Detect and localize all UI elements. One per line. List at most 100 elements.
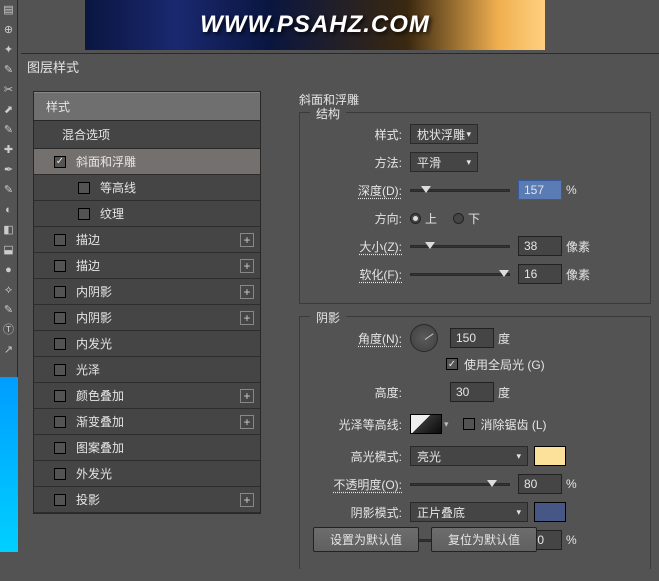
tool-icon[interactable]: ● (2, 263, 16, 277)
tool-icon[interactable]: ◧ (2, 223, 16, 237)
direction-up-radio[interactable] (410, 213, 421, 224)
row-label: 光泽 (76, 361, 100, 378)
add-icon[interactable]: + (240, 259, 254, 273)
tool-icon[interactable]: ✚ (2, 143, 16, 157)
settings-panel: 斜面和浮雕 结构 样式: 枕状浮雕▾ 方法: 平滑▾ 深度(D): (299, 91, 659, 581)
tool-icon[interactable]: ⊕ (2, 23, 16, 37)
inner-glow-row[interactable]: 内发光 (34, 331, 260, 357)
add-icon[interactable]: + (240, 233, 254, 247)
soften-slider[interactable] (410, 273, 510, 276)
checkbox-icon[interactable] (54, 312, 66, 324)
highlight-mode-label: 高光模式: (312, 448, 402, 465)
outer-glow-row[interactable]: 外发光 (34, 461, 260, 487)
tool-icon[interactable]: ✎ (2, 123, 16, 137)
unit-label: % (566, 183, 577, 197)
tool-icon[interactable]: ↗ (2, 343, 16, 357)
drop-shadow-row[interactable]: 投影 + (34, 487, 260, 513)
checkbox-icon[interactable] (54, 494, 66, 506)
checkbox-icon[interactable] (54, 234, 66, 246)
checkbox-icon[interactable] (78, 182, 90, 194)
angle-dial[interactable] (410, 324, 438, 352)
opacity-o-input[interactable]: 80 (518, 474, 562, 494)
depth-input[interactable]: 157 (518, 180, 562, 200)
altitude-label: 高度: (312, 384, 402, 401)
shadow-mode-select[interactable]: 正片叠底▾ (410, 502, 528, 522)
size-input[interactable]: 38 (518, 236, 562, 256)
opacity-o-label: 不透明度(O): (312, 476, 402, 493)
checkbox-icon[interactable] (54, 390, 66, 402)
texture-row[interactable]: 纹理 (34, 201, 260, 227)
method-select[interactable]: 平滑▾ (410, 152, 478, 172)
gradient-overlay-row[interactable]: 渐变叠加 + (34, 409, 260, 435)
section-title: 斜面和浮雕 (299, 91, 651, 108)
tool-icon[interactable]: ✒ (2, 163, 16, 177)
tool-icon[interactable]: ✦ (2, 43, 16, 57)
pattern-overlay-row[interactable]: 图案叠加 (34, 435, 260, 461)
altitude-input[interactable]: 30 (450, 382, 494, 402)
checkbox-icon[interactable] (54, 364, 66, 376)
tool-icon[interactable]: ✎ (2, 183, 16, 197)
stroke-row[interactable]: 描边 + (34, 253, 260, 279)
tool-icon[interactable]: ◐ (2, 203, 16, 217)
tool-icon[interactable]: ⬓ (2, 243, 16, 257)
color-overlay-row[interactable]: 颜色叠加 + (34, 383, 260, 409)
satin-row[interactable]: 光泽 (34, 357, 260, 383)
tool-icon[interactable]: ✂ (2, 83, 16, 97)
unit-label: 度 (498, 384, 510, 401)
method-label: 方法: (312, 154, 402, 171)
tool-icon[interactable]: ✎ (2, 63, 16, 77)
add-icon[interactable]: + (240, 389, 254, 403)
highlight-color-swatch[interactable] (534, 446, 566, 466)
style-select[interactable]: 枕状浮雕▾ (410, 124, 478, 144)
row-label: 内阴影 (76, 283, 112, 300)
inner-shadow-row[interactable]: 内阴影 + (34, 279, 260, 305)
reset-default-button[interactable]: 复位为默认值 (431, 527, 537, 552)
soften-input[interactable]: 16 (518, 264, 562, 284)
checkbox-icon[interactable]: ✓ (54, 156, 66, 168)
unit-label: 像素 (566, 238, 590, 255)
blue-edge (0, 377, 18, 552)
tool-icon[interactable]: ⬈ (2, 103, 16, 117)
set-default-button[interactable]: 设置为默认值 (313, 527, 419, 552)
tool-icon[interactable]: Ⓣ (2, 323, 16, 337)
add-icon[interactable]: + (240, 415, 254, 429)
group-label: 结构 (310, 105, 346, 122)
tool-icon[interactable]: ✎ (2, 303, 16, 317)
checkbox-icon[interactable] (78, 208, 90, 220)
size-label: 大小(Z): (312, 238, 402, 255)
depth-label: 深度(D): (312, 182, 402, 199)
structure-group: 结构 样式: 枕状浮雕▾ 方法: 平滑▾ 深度(D): 157 (299, 112, 651, 304)
blend-options[interactable]: 混合选项 (34, 121, 260, 149)
direction-down-radio[interactable] (453, 213, 464, 224)
shadow-color-swatch[interactable] (534, 502, 566, 522)
add-icon[interactable]: + (240, 311, 254, 325)
tool-icon[interactable]: ▤ (2, 3, 16, 17)
gloss-contour-swatch[interactable] (410, 414, 442, 434)
angle-input[interactable]: 150 (450, 328, 494, 348)
style-header[interactable]: 样式 (34, 92, 260, 121)
contour-row[interactable]: 等高线 (34, 175, 260, 201)
depth-slider[interactable] (410, 189, 510, 192)
checkbox-icon[interactable] (54, 286, 66, 298)
stroke-row[interactable]: 描边 + (34, 227, 260, 253)
banner-text: WWW.PSAHZ.COM (200, 11, 430, 39)
row-label: 斜面和浮雕 (76, 153, 136, 170)
row-label: 描边 (76, 231, 100, 248)
add-icon[interactable]: + (240, 493, 254, 507)
checkbox-icon[interactable] (54, 338, 66, 350)
checkbox-icon[interactable] (54, 260, 66, 272)
checkbox-icon[interactable] (54, 468, 66, 480)
checkbox-icon[interactable] (54, 416, 66, 428)
opacity-o-slider[interactable] (410, 483, 510, 486)
chevron-down-icon: ▾ (466, 157, 471, 168)
highlight-mode-select[interactable]: 亮光▾ (410, 446, 528, 466)
inner-shadow-row[interactable]: 内阴影 + (34, 305, 260, 331)
row-label: 描边 (76, 257, 100, 274)
bevel-emboss-row[interactable]: ✓ 斜面和浮雕 (34, 149, 260, 175)
tool-icon[interactable]: ⟡ (2, 283, 16, 297)
checkbox-icon[interactable] (54, 442, 66, 454)
antialias-checkbox[interactable] (463, 418, 475, 430)
global-light-checkbox[interactable]: ✓ (446, 358, 458, 370)
add-icon[interactable]: + (240, 285, 254, 299)
size-slider[interactable] (410, 245, 510, 248)
